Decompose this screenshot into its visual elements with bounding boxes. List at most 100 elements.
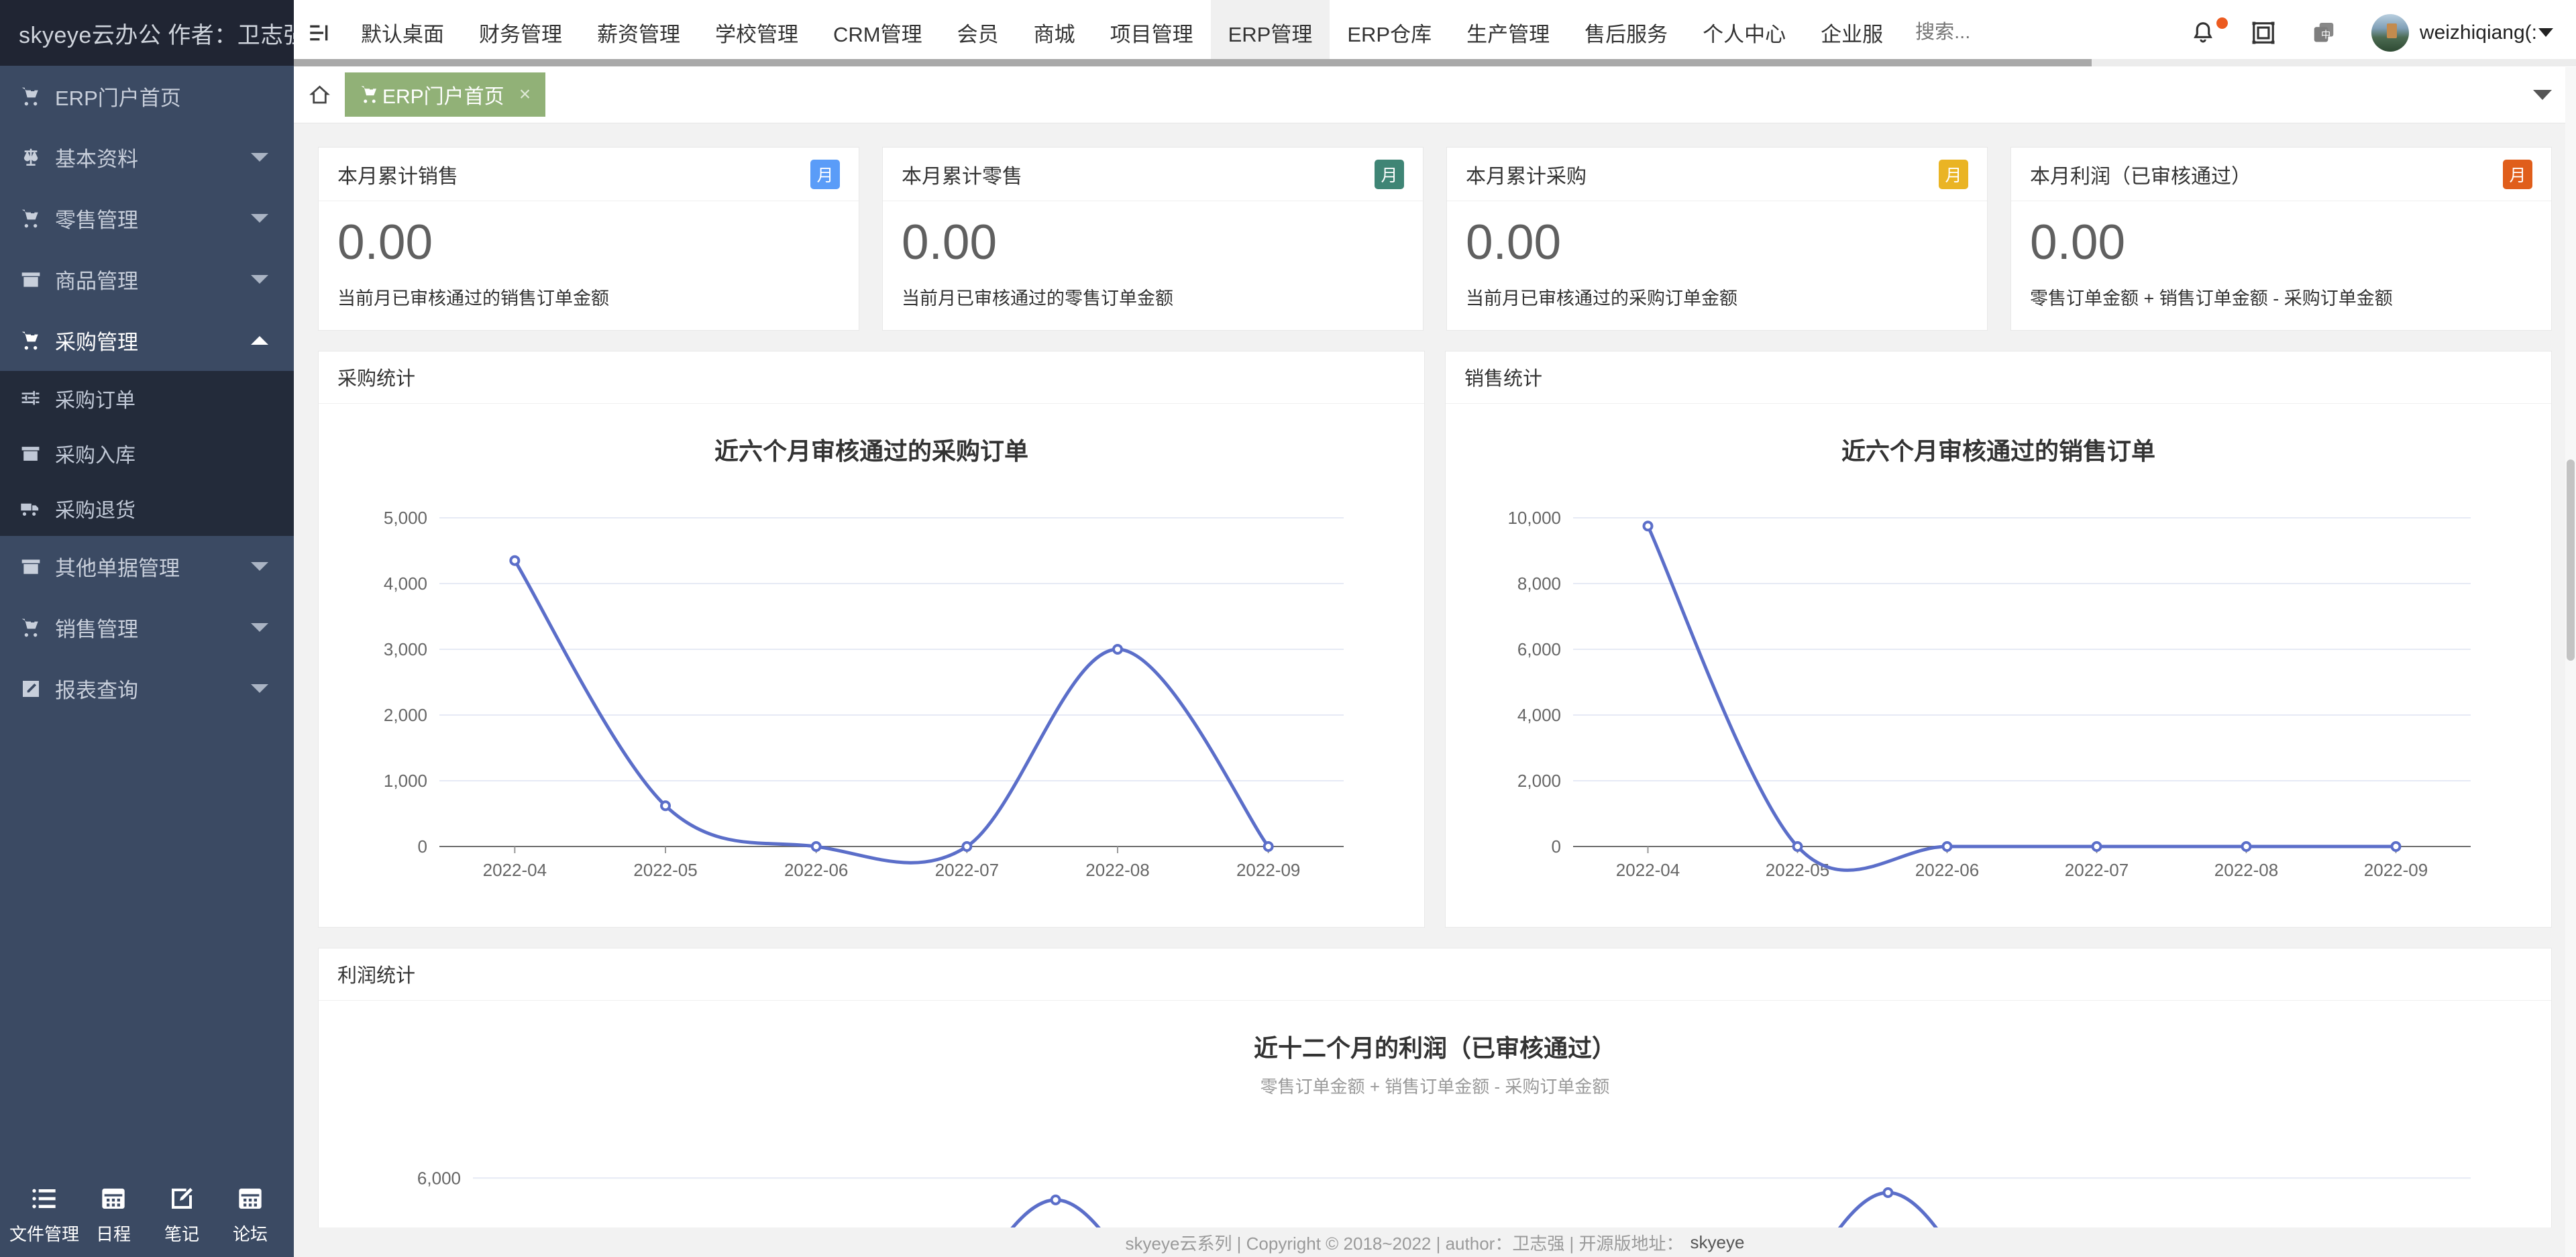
- quick-action-label: 文件管理: [9, 1221, 79, 1246]
- sidebar-subitem-label: 采购入库: [55, 439, 136, 468]
- quick-action-label: 论坛: [233, 1221, 268, 1246]
- kpi-title: 本月累计零售: [902, 160, 1022, 189]
- svg-text:6,000: 6,000: [417, 1168, 461, 1188]
- svg-text:6,000: 6,000: [1517, 639, 1561, 659]
- chevron-down-icon[interactable]: [251, 275, 268, 284]
- kpi-description: 当前月已审核通过的采购订单金额: [1466, 284, 1968, 310]
- panel-body: 近十二个月的利润（已审核通过） 零售订单金额 + 销售订单金额 - 采购订单金额…: [319, 1001, 2551, 1227]
- sidebar-item-basic-data[interactable]: 基本资料: [0, 127, 294, 188]
- sidebar-item-purchase-management[interactable]: 采购管理: [0, 310, 294, 371]
- scrollbar-thumb[interactable]: [2567, 459, 2575, 661]
- footer-link-skyeye[interactable]: skyeye: [1690, 1232, 1745, 1253]
- sidebar-subitem-purchase-return[interactable]: 采购退货: [0, 481, 294, 536]
- footer-text: skyeye云系列 | Copyright © 2018~2022 | auth…: [1126, 1230, 1684, 1255]
- chevron-down-icon[interactable]: [251, 623, 268, 632]
- sidebar-subitem-label: 采购退货: [55, 494, 136, 523]
- svg-text:4,000: 4,000: [384, 573, 427, 594]
- panel-header: 利润统计: [319, 948, 2551, 1001]
- sidebar-subitem-purchase-order[interactable]: 采购订单: [0, 371, 294, 426]
- sidebar-item-report-query[interactable]: 报表查询: [0, 658, 294, 719]
- nav-item-default-desktop[interactable]: 默认桌面: [343, 0, 462, 66]
- svg-text:2022-07: 2022-07: [2065, 860, 2129, 880]
- chevron-down-icon[interactable]: [251, 684, 268, 693]
- chevron-down-icon[interactable]: [251, 562, 268, 571]
- cart-plus-icon: [20, 330, 51, 351]
- svg-text:中: 中: [2321, 29, 2330, 40]
- scrollbar-thumb[interactable]: [294, 59, 2092, 66]
- svg-text:4,000: 4,000: [1517, 705, 1561, 725]
- fullscreen-icon[interactable]: [2233, 20, 2294, 46]
- kpi-card-monthly-sales: 本月累计销售 月 0.00 当前月已审核通过的销售订单金额: [318, 147, 859, 331]
- kpi-title: 本月累计销售: [337, 160, 458, 189]
- cart-plus-icon: [20, 208, 51, 229]
- nav-item-mall[interactable]: 商城: [1016, 0, 1093, 66]
- nav-item-finance[interactable]: 财务管理: [462, 0, 580, 66]
- avatar[interactable]: [2371, 14, 2409, 52]
- search-input[interactable]: [1915, 21, 2070, 44]
- sidebar: skyeye云办公 作者：卫志强 ERP门户首页 基本资料 零售管理: [0, 0, 294, 1257]
- nav-item-payroll[interactable]: 薪资管理: [580, 0, 698, 66]
- status-badge: 月: [1375, 160, 1404, 189]
- panel-header: 采购统计: [319, 351, 1424, 404]
- list-icon: [31, 1185, 58, 1215]
- username-label[interactable]: weizhiqiang(:: [2420, 21, 2537, 44]
- kpi-description: 当前月已审核通过的销售订单金额: [337, 284, 840, 310]
- chart-title: 近六个月审核通过的销售订单: [1446, 432, 2551, 467]
- sidebar-item-retail-management[interactable]: 零售管理: [0, 188, 294, 249]
- page-vertical-scrollbar[interactable]: [2565, 67, 2576, 1257]
- sidebar-item-erp-home[interactable]: ERP门户首页: [0, 66, 294, 127]
- sidebar-menu: ERP门户首页 基本资料 零售管理 商品管理: [0, 66, 294, 1174]
- nav-item-crm[interactable]: CRM管理: [816, 0, 940, 66]
- chevron-down-icon[interactable]: [251, 214, 268, 223]
- nav-item-school[interactable]: 学校管理: [698, 0, 816, 66]
- nav-item-aftersales[interactable]: 售后服务: [1567, 0, 1685, 66]
- kpi-card-body: 0.00 当前月已审核通过的零售订单金额: [883, 201, 1423, 330]
- nav-item-member[interactable]: 会员: [940, 0, 1016, 66]
- close-icon[interactable]: ×: [519, 83, 531, 106]
- purchase-line-chart: 01,0002,0003,0004,0005,0002022-042022-05…: [319, 478, 1424, 927]
- sales-line-chart: 02,0004,0006,0008,00010,0002022-042022-0…: [1446, 478, 2551, 927]
- nav-item-erp[interactable]: ERP管理: [1211, 0, 1330, 66]
- calendar-icon: [100, 1185, 127, 1215]
- svg-text:2,000: 2,000: [384, 705, 427, 725]
- sidebar-item-product-management[interactable]: 商品管理: [0, 249, 294, 310]
- page-tab-erp-home[interactable]: ERP门户首页 ×: [345, 72, 545, 117]
- box-icon: [20, 556, 51, 578]
- chevron-down-icon[interactable]: [2533, 90, 2552, 100]
- bell-icon[interactable]: [2173, 20, 2233, 46]
- quick-action-label: 笔记: [164, 1221, 199, 1246]
- svg-text:2022-08: 2022-08: [1085, 860, 1149, 880]
- kpi-description: 零售订单金额 + 销售订单金额 - 采购订单金额: [2030, 284, 2532, 310]
- kpi-card-monthly-purchase: 本月累计采购 月 0.00 当前月已审核通过的采购订单金额: [1446, 147, 1988, 331]
- nav-item-erp-warehouse[interactable]: ERP仓库: [1330, 0, 1449, 66]
- kpi-card-header: 本月利润（已审核通过） 月: [2011, 148, 2551, 201]
- kpi-value: 0.00: [902, 217, 1404, 269]
- sidebar-item-label: 其他单据管理: [55, 551, 180, 582]
- chevron-down-icon[interactable]: [2538, 28, 2553, 37]
- kpi-card-header: 本月累计销售 月: [319, 148, 859, 201]
- chevron-down-icon[interactable]: [251, 153, 268, 162]
- chevron-up-icon[interactable]: [251, 336, 268, 345]
- quick-action-notes[interactable]: 笔记: [148, 1185, 216, 1246]
- panel-sales-statistics: 销售统计 近六个月审核通过的销售订单 02,0004,0006,0008,000…: [1445, 351, 2552, 928]
- kpi-value: 0.00: [337, 217, 840, 269]
- app-logo-title: skyeye云办公 作者：卫志强: [0, 0, 294, 66]
- language-cn-icon[interactable]: 中: [2294, 20, 2354, 46]
- notification-dot: [2216, 17, 2228, 29]
- nav-item-production[interactable]: 生产管理: [1449, 0, 1567, 66]
- nav-item-enterprise-service[interactable]: 企业服: [1803, 0, 1900, 66]
- quick-action-file-management[interactable]: 文件管理: [9, 1185, 79, 1246]
- menu-fold-icon[interactable]: [294, 21, 343, 44]
- main-content: 本月累计销售 月 0.00 当前月已审核通过的销售订单金额 本月累计零售 月 0…: [294, 124, 2576, 1227]
- sidebar-subitem-purchase-inbound[interactable]: 采购入库: [0, 426, 294, 481]
- nav-item-project[interactable]: 项目管理: [1093, 0, 1211, 66]
- sidebar-item-sales-management[interactable]: 销售管理: [0, 597, 294, 658]
- kpi-card-body: 0.00 零售订单金额 + 销售订单金额 - 采购订单金额: [2011, 201, 2551, 330]
- nav-item-personal-center[interactable]: 个人中心: [1685, 0, 1803, 66]
- sidebar-item-other-documents[interactable]: 其他单据管理: [0, 536, 294, 597]
- topnav-right-actions: 中 weizhiqiang(:: [2173, 14, 2576, 52]
- nav-horizontal-scrollbar[interactable]: [294, 59, 2576, 66]
- quick-action-forum[interactable]: 论坛: [216, 1185, 284, 1246]
- quick-action-schedule[interactable]: 日程: [79, 1185, 148, 1246]
- home-icon[interactable]: [294, 84, 345, 106]
